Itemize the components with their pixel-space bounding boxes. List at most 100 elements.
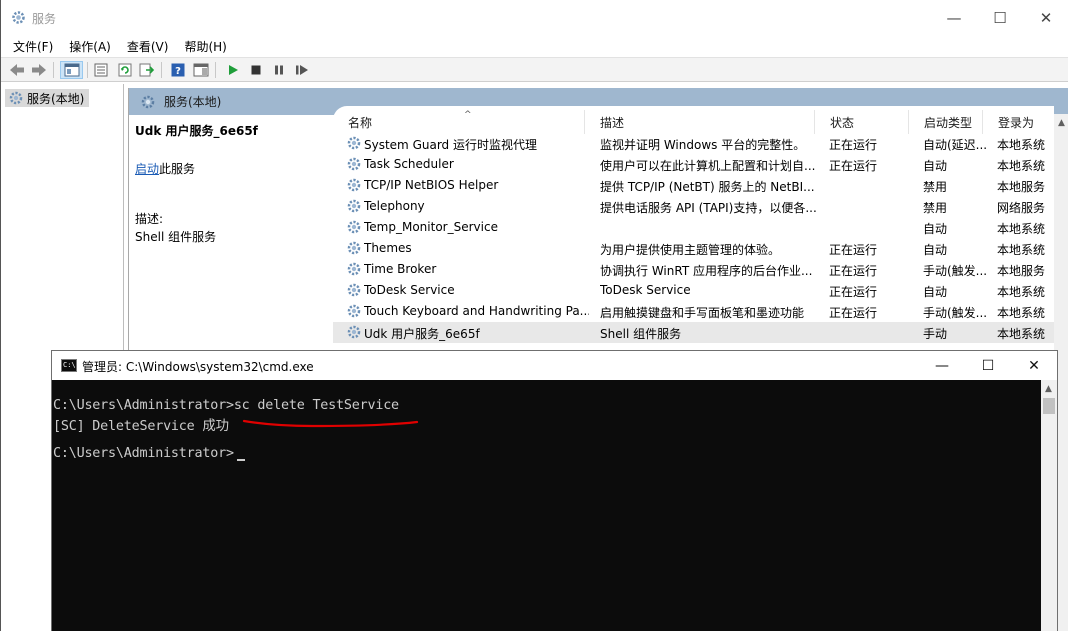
- detail-description-label: 描述:: [135, 212, 164, 226]
- service-startup-type: 自动(延迟...: [923, 138, 988, 152]
- show-panel-icon[interactable]: [191, 61, 210, 79]
- services-gear-icon: [12, 11, 25, 24]
- service-name: Telephony: [364, 199, 425, 213]
- service-status: 正在运行: [829, 306, 878, 320]
- console-line-result: [SC] DeleteService 成功: [53, 419, 229, 434]
- service-gear-icon: [346, 261, 362, 277]
- service-startup-type: 自动: [923, 159, 948, 173]
- cmd-minimize-button[interactable]: —: [919, 351, 965, 380]
- start-service-icon[interactable]: [223, 61, 242, 79]
- service-name: ToDesk Service: [364, 283, 455, 297]
- detail-service-name: Udk 用户服务_6e65f: [135, 124, 258, 138]
- stop-service-icon[interactable]: [246, 61, 265, 79]
- toolbar-separator: [87, 62, 88, 78]
- column-header-description[interactable]: 描述: [585, 110, 815, 134]
- back-arrow-icon[interactable]: [7, 61, 26, 79]
- service-row[interactable]: System Guard 运行时监视代理 监视并证明 Windows 平台的完整性…: [333, 133, 1054, 154]
- scroll-up-arrow-icon[interactable]: ▲: [1045, 384, 1052, 394]
- column-header-name[interactable]: 名称: [333, 110, 585, 134]
- service-name: TCP/IP NetBIOS Helper: [364, 178, 499, 192]
- service-status: 正在运行: [829, 159, 878, 173]
- service-row[interactable]: Temp_Monitor_Service 自动 本地系统: [333, 217, 1054, 238]
- export-list-icon[interactable]: [137, 61, 156, 79]
- detail-description: Shell 组件服务: [135, 230, 217, 244]
- service-name: Task Scheduler: [364, 157, 454, 171]
- column-header-startup-type[interactable]: 启动类型: [909, 110, 983, 134]
- service-row[interactable]: Telephony 提供电话服务 API (TAPI)支持，以便各... 禁用 网络服…: [333, 196, 1054, 217]
- service-startup-type: 自动: [923, 243, 948, 257]
- services-window-title: 服务: [32, 12, 57, 26]
- scroll-thumb[interactable]: [1043, 398, 1055, 414]
- service-description: 启用触摸键盘和手写面板笔和墨迹功能: [600, 306, 805, 320]
- service-description: 协调执行 WinRT 应用程序的后台作业...: [600, 264, 813, 278]
- service-row[interactable]: Themes 为用户提供使用主题管理的体验。 正在运行 自动 本地系统: [333, 238, 1054, 259]
- gear-icon: [9, 91, 23, 105]
- column-header-status[interactable]: 状态: [815, 110, 909, 134]
- gear-icon: [141, 95, 155, 108]
- service-startup-type: 禁用: [923, 180, 948, 194]
- service-startup-type: 自动: [923, 222, 948, 236]
- column-header-logon[interactable]: 登录为: [983, 110, 1054, 134]
- service-name: Temp_Monitor_Service: [364, 220, 498, 234]
- service-startup-type: 禁用: [923, 201, 948, 215]
- service-row[interactable]: Touch Keyboard and Handwriting Pa... 启用触摸…: [333, 301, 1054, 322]
- services-close-button[interactable]: ✕: [1023, 0, 1068, 36]
- service-status: 正在运行: [829, 285, 878, 299]
- service-status: 正在运行: [829, 243, 878, 257]
- console-line-prompt: C:\Users\Administrator>: [53, 446, 234, 461]
- cmd-close-button[interactable]: ✕: [1011, 351, 1057, 380]
- service-row[interactable]: Task Scheduler 使用户可以在此计算机上配置和计划自... 正在运行 自动…: [333, 154, 1054, 175]
- service-gear-icon: [346, 324, 362, 340]
- help-icon[interactable]: ?: [168, 61, 187, 79]
- service-row[interactable]: ToDesk Service ToDesk Service 正在运行 自动 本地系统: [333, 280, 1054, 301]
- service-logon: 本地系统: [997, 243, 1046, 257]
- services-minimize-button[interactable]: —: [931, 0, 977, 36]
- tree-item-services-local[interactable]: 服务(本地): [5, 89, 89, 107]
- service-row[interactable]: Time Broker 协调执行 WinRT 应用程序的后台作业... 正在运行 手动…: [333, 259, 1054, 280]
- service-status: 正在运行: [829, 264, 878, 278]
- menu-action[interactable]: 操作(A): [57, 36, 111, 57]
- menu-help[interactable]: 帮助(H): [172, 36, 226, 57]
- service-startup-type: 手动(触发...: [923, 264, 988, 278]
- console-tree-toggle-icon[interactable]: [60, 61, 83, 79]
- services-titlebar[interactable]: 服务 — ☐ ✕: [1, 0, 1068, 36]
- cmd-vertical-scrollbar[interactable]: ▲: [1041, 380, 1057, 631]
- scroll-up-arrow-icon[interactable]: ▲: [1058, 118, 1065, 128]
- red-underline-annotation: [242, 419, 419, 428]
- resume-service-icon[interactable]: [292, 61, 311, 79]
- service-name: Themes: [364, 241, 412, 255]
- service-status: 正在运行: [829, 138, 878, 152]
- service-startup-type: 手动(触发...: [923, 306, 988, 320]
- refresh-icon[interactable]: [115, 61, 134, 79]
- service-row[interactable]: TCP/IP NetBIOS Helper 提供 TCP/IP (NetBT) 服…: [333, 175, 1054, 196]
- services-maximize-button[interactable]: ☐: [977, 0, 1023, 36]
- forward-arrow-icon[interactable]: [29, 61, 48, 79]
- service-gear-icon: [346, 219, 362, 235]
- service-logon: 网络服务: [997, 201, 1046, 215]
- cmd-maximize-button[interactable]: ☐: [965, 351, 1011, 380]
- service-row[interactable]: Udk 用户服务_6e65f Shell 组件服务 手动 本地系统: [333, 322, 1054, 343]
- pause-service-icon[interactable]: [269, 61, 288, 79]
- service-logon: 本地系统: [997, 138, 1046, 152]
- service-description: 提供 TCP/IP (NetBT) 服务上的 NetBI...: [600, 180, 815, 194]
- service-gear-icon: [346, 135, 362, 151]
- services-toolbar: ?: [1, 57, 1068, 82]
- cmd-window: C:\ 管理员: C:\Windows\system32\cmd.exe — ☐…: [51, 350, 1058, 631]
- service-logon: 本地服务: [997, 180, 1046, 194]
- menu-file[interactable]: 文件(F): [1, 36, 53, 57]
- console-cursor: [237, 459, 245, 461]
- service-description: ToDesk Service: [600, 283, 691, 297]
- cmd-prompt-icon: C:\: [61, 359, 77, 372]
- service-name: Udk 用户服务_6e65f: [364, 327, 480, 341]
- service-logon: 本地系统: [997, 222, 1046, 236]
- service-name: Time Broker: [364, 262, 437, 276]
- start-service-link[interactable]: 启动: [135, 162, 159, 176]
- service-gear-icon: [346, 303, 362, 319]
- cmd-titlebar[interactable]: C:\ 管理员: C:\Windows\system32\cmd.exe — ☐…: [52, 351, 1057, 380]
- service-startup-type: 手动: [923, 327, 948, 341]
- service-gear-icon: [346, 177, 362, 193]
- properties-icon[interactable]: [91, 61, 110, 79]
- toolbar-separator: [53, 62, 54, 78]
- cmd-console[interactable]: C:\Users\Administrator>sc delete TestSer…: [52, 380, 1041, 631]
- menu-view[interactable]: 查看(V): [115, 36, 169, 57]
